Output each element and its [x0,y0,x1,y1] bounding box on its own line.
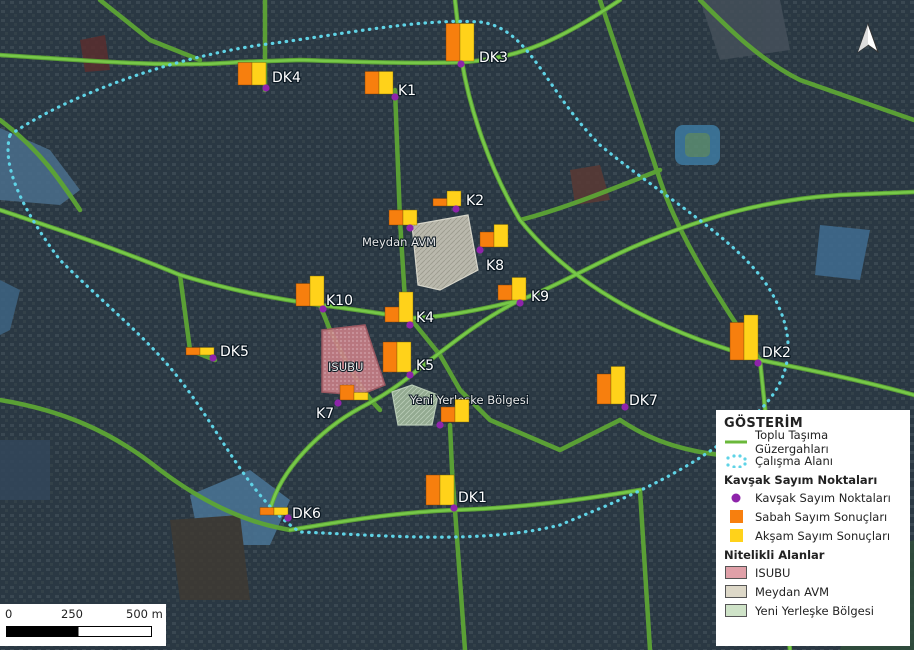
point-label-K8: K8 [486,258,504,274]
counting-point-K5[interactable] [406,371,414,379]
counting-point-icon [724,491,748,505]
morning-bar-K4 [384,306,400,323]
point-label-K1: K1 [398,83,416,99]
point-label-K2: K2 [466,193,484,209]
point-label-DK3: DK3 [479,50,508,66]
legend-section-points: Kavşak Sayım Noktaları [724,473,878,487]
point-label-DK2: DK2 [762,345,791,361]
evening-square-icon [724,529,748,543]
evening-bar-K9 [511,277,527,301]
legend-panel: GÖSTERİM Toplu Taşıma Güzergahları Çalış… [716,410,910,646]
scale-tick-250: 250 [61,607,83,621]
yerleske-swatch-icon [724,604,748,618]
legend-label: Toplu Taşıma Güzergahları [755,427,829,456]
morning-bar-K3 [440,406,456,423]
evening-bar-K7 [353,392,369,401]
legend-item-routes: Toplu Taşıma Güzergahları [724,428,904,456]
evening-bar-K10 [309,275,325,307]
evening-bar-K8 [493,224,509,248]
legend-label: Meydan AVM [755,584,830,599]
legend-item-meydan: Meydan AVM [724,582,904,601]
legend-label: ISUBU [755,565,791,580]
morning-bar-DK6 [259,507,275,516]
evening-bar-DK3 [459,23,475,62]
morning-bar-DK7 [596,373,612,405]
legend-label: Yeni Yerleşke Bölgesi [755,603,874,618]
area-label-meydan: Meydan AVM [362,235,436,249]
morning-square-icon [724,510,748,524]
legend-item-yerleske: Yeni Yerleşke Bölgesi [724,601,904,620]
morning-bar-K10 [295,283,311,307]
legend-item-evening: Akşam Sayım Sonuçları [724,526,904,545]
counting-point-DK2[interactable] [754,359,762,367]
point-label-K9: K9 [531,289,549,305]
counting-point-K8[interactable] [476,246,484,254]
legend-label: Sabah Sayım Sonuçları [755,509,888,524]
point-label-K10: K10 [326,293,353,309]
point-label-DK5: DK5 [220,344,249,360]
legend-item-counting-point: Kavşak Sayım Noktaları [724,488,904,507]
legend-label: Akşam Sayım Sonuçları [755,528,891,543]
scale-tick-500: 500 m [126,607,163,621]
counting-point-DK5[interactable] [209,354,217,362]
legend-item-isubu: ISUBU [724,563,904,582]
morning-bar-DK4 [237,62,253,86]
morning-bar-K7 [339,384,355,401]
counting-point-K2[interactable] [452,205,460,213]
evening-bar-DK6 [273,507,289,516]
isubu-swatch-icon [724,566,748,580]
evening-bar-K4 [398,291,414,323]
route-line-icon [724,435,748,449]
legend-label: Çalışma Alanı [755,453,833,468]
evening-bar-K1 [378,71,394,95]
evening-bar-DK4 [251,62,267,86]
legend-label: Kavşak Sayım Noktaları [755,490,891,505]
counting-point-K7[interactable] [334,399,342,407]
morning-bar-DK1 [425,474,441,506]
evening-bar-DK7 [610,366,626,405]
morning-bar-K5 [382,341,398,373]
meydan-swatch-icon [724,585,748,599]
scale-bar: 0 250 500 m [0,604,166,646]
point-label-DK1: DK1 [458,490,487,506]
evening-bar-K6 [402,209,418,226]
counting-point-K4[interactable] [406,321,414,329]
legend-item-morning: Sabah Sayım Sonuçları [724,507,904,526]
evening-bar-DK2 [743,314,759,361]
morning-bar-K1 [364,71,380,95]
study-area-icon [724,453,748,468]
morning-bar-K8 [479,231,495,248]
counting-point-DK4[interactable] [262,84,270,92]
counting-point-DK3[interactable] [457,60,465,68]
morning-bar-DK2 [729,322,745,361]
morning-bar-DK3 [445,23,461,62]
scale-bar-graphic [6,626,152,637]
counting-point-K3[interactable] [436,421,444,429]
evening-bar-DK5 [199,347,215,356]
counting-point-DK1[interactable] [450,504,458,512]
point-label-DK7: DK7 [629,393,658,409]
morning-bar-K2 [432,198,448,207]
counting-point-K6[interactable] [406,224,414,232]
counting-point-K9[interactable] [516,299,524,307]
point-label-DK6: DK6 [292,506,321,522]
evening-bar-K3 [454,399,470,423]
counting-point-DK6[interactable] [284,514,292,522]
morning-bar-K6 [388,209,404,226]
evening-bar-K5 [396,341,412,373]
morning-bar-K9 [497,284,513,301]
area-label-isubu: ISUBU [328,360,363,374]
evening-bar-K2 [446,190,462,207]
scale-tick-0: 0 [5,607,13,621]
point-label-K5: K5 [416,358,434,374]
counting-point-DK7[interactable] [621,403,629,411]
point-label-K7: K7 [316,406,334,422]
point-label-DK4: DK4 [272,70,301,86]
point-label-K4: K4 [416,310,434,326]
morning-bar-DK5 [185,347,201,356]
legend-section-areas: Nitelikli Alanlar [724,548,825,562]
evening-bar-DK1 [439,474,455,506]
